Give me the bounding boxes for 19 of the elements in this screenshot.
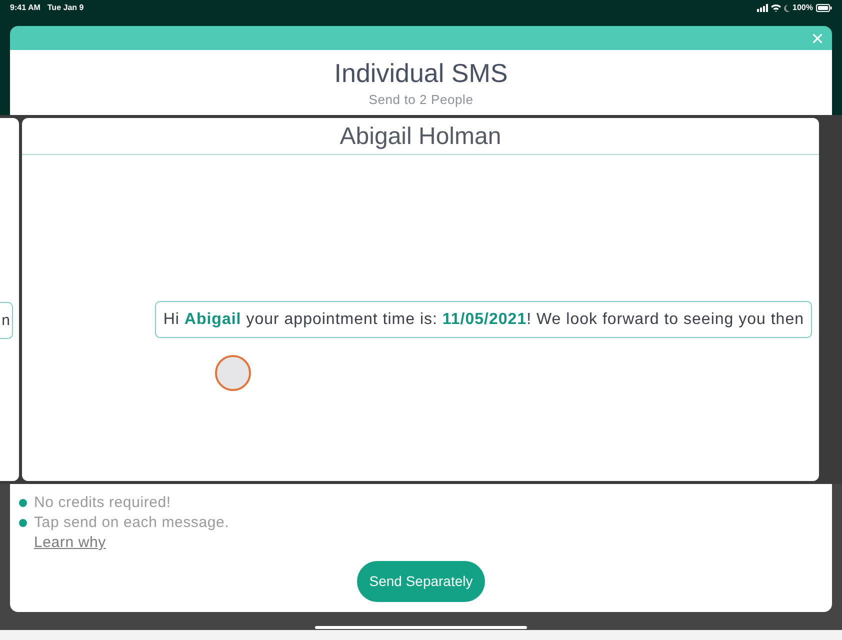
- touch-point-icon: [215, 355, 251, 391]
- status-time: 9:41 AM: [10, 3, 40, 13]
- send-separately-button[interactable]: Send Separately: [357, 561, 485, 602]
- battery-icon: [816, 4, 832, 12]
- battery-percentage: 100%: [792, 3, 813, 13]
- status-date: Tue Jan 9: [47, 3, 84, 13]
- learn-why-link[interactable]: Learn why: [34, 533, 106, 553]
- dialog-title: Individual SMS: [334, 58, 508, 89]
- close-icon: [813, 34, 822, 42]
- message-bubble: Hi Abigail your appointment time is: 11/05/2021! We look forward to seeing you then: [155, 301, 812, 338]
- moon-icon: [784, 4, 790, 12]
- close-button[interactable]: [811, 32, 824, 44]
- dialog-subtitle: Send to 2 People: [368, 92, 474, 108]
- note-text: No credits required!: [34, 493, 171, 513]
- recipient-name: Abigail Holman: [340, 122, 502, 151]
- wifi-icon: [770, 4, 781, 12]
- message-bubble: n: [0, 302, 13, 339]
- note-text: Tap send on each message.: [34, 513, 230, 533]
- signal-icon: [756, 4, 768, 12]
